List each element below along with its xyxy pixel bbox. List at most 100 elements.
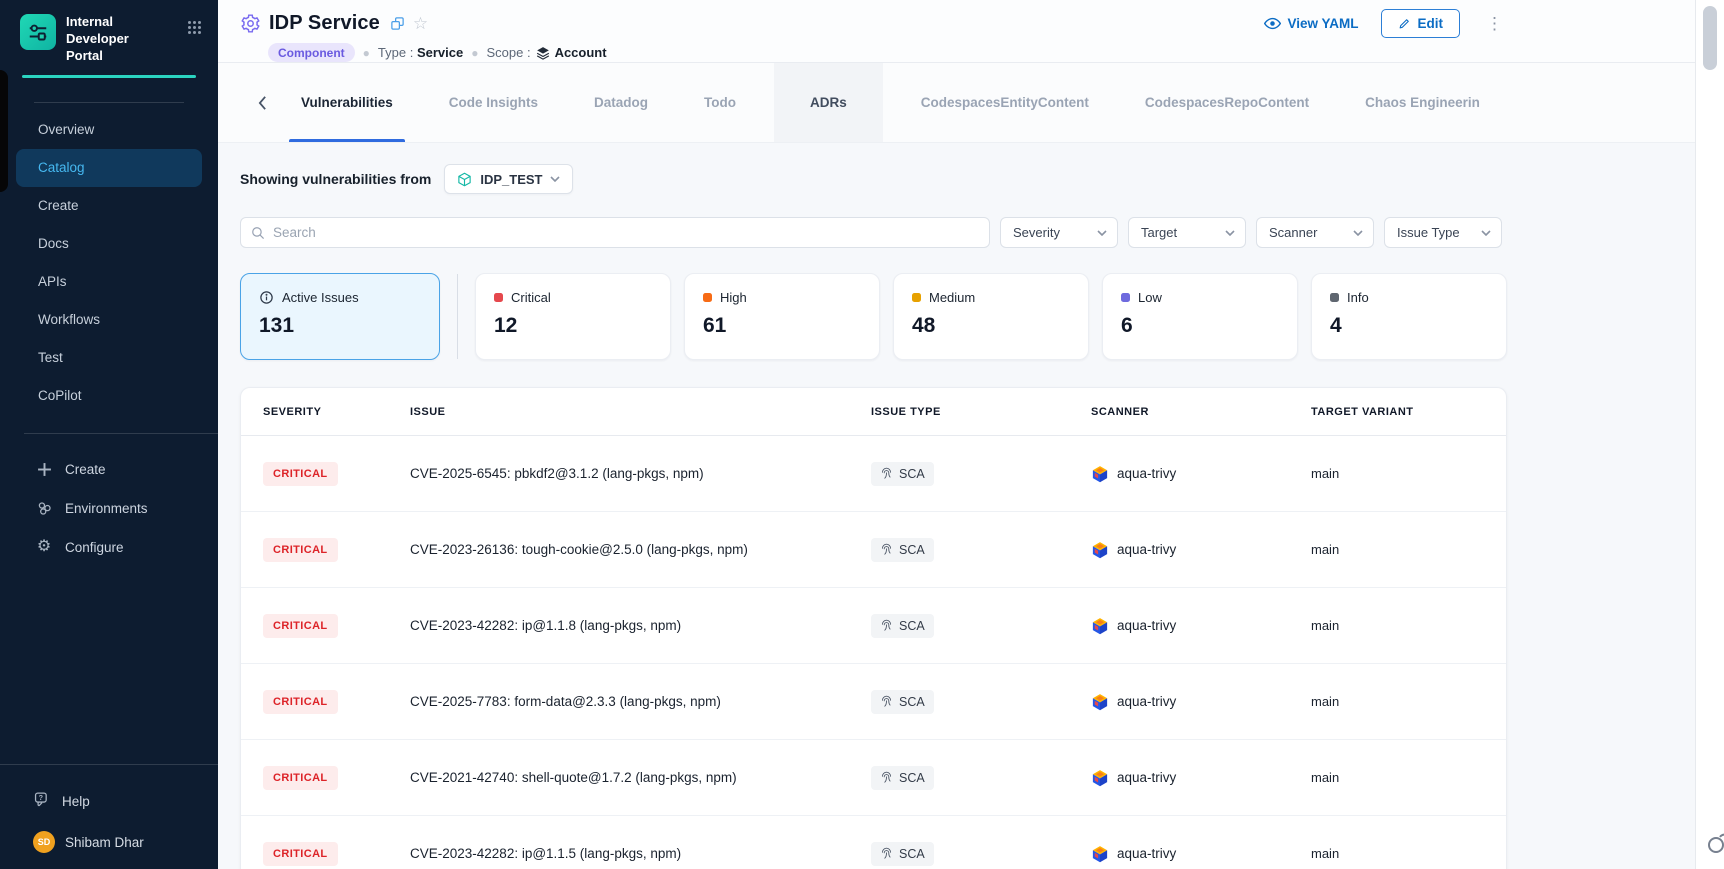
- fingerprint-icon: [880, 771, 893, 784]
- issue-info-icon: [259, 290, 274, 305]
- more-options-kebab-icon[interactable]: ⋮: [1482, 14, 1507, 34]
- sidebar-nav-label: Catalog: [38, 160, 85, 175]
- sidebar-nav-item[interactable]: Test: [16, 339, 202, 377]
- trivy-scanner-icon: [1091, 541, 1109, 559]
- sidebar-nav-item[interactable]: Docs: [16, 225, 202, 263]
- apps-grid-icon[interactable]: [187, 20, 202, 40]
- filter-select[interactable]: Scanner: [1256, 217, 1374, 248]
- sidebar-create-button[interactable]: Create: [0, 450, 218, 489]
- chevron-down-icon: [1353, 230, 1363, 236]
- search-input[interactable]: [273, 225, 979, 240]
- severity-card[interactable]: Critical 12: [475, 273, 671, 360]
- favorite-star-icon[interactable]: ☆: [413, 15, 428, 32]
- sidebar-environments-button[interactable]: Environments: [0, 489, 218, 528]
- scope-label: Scope :: [486, 45, 530, 60]
- edit-button[interactable]: Edit: [1381, 9, 1461, 38]
- plus-icon: [35, 462, 53, 477]
- target-variant: main: [1311, 846, 1506, 861]
- sidebar-divider: [34, 102, 184, 103]
- page-header: IDP Service ☆ View YAML: [218, 0, 1724, 63]
- severity-dot: [703, 293, 712, 302]
- filter-select[interactable]: Severity: [1000, 217, 1118, 248]
- scanner-cell: aqua-trivy: [1091, 465, 1311, 483]
- severity-badge: CRITICAL: [263, 842, 338, 866]
- tab[interactable]: Datadog: [582, 63, 660, 142]
- issue-text: CVE-2023-26136: tough-cookie@2.5.0 (lang…: [410, 542, 871, 557]
- pencil-icon: [1398, 17, 1411, 30]
- stat-label: Low: [1138, 290, 1162, 305]
- sidebar-nav-item[interactable]: Overview: [16, 111, 202, 149]
- issue-text: CVE-2021-42740: shell-quote@1.7.2 (lang-…: [410, 770, 871, 785]
- scanner-cell: aqua-trivy: [1091, 693, 1311, 711]
- table-row[interactable]: CRITICAL CVE-2023-42282: ip@1.1.5 (lang-…: [241, 816, 1506, 869]
- issue-type-chip: SCA: [871, 690, 934, 714]
- trivy-scanner-icon: [1091, 617, 1109, 635]
- table-row[interactable]: CRITICAL CVE-2021-42740: shell-quote@1.7…: [241, 740, 1506, 816]
- sidebar-nav-item[interactable]: APIs: [16, 263, 202, 301]
- issue-type-chip: SCA: [871, 766, 934, 790]
- help-button[interactable]: ? Help: [0, 765, 218, 811]
- project-name: IDP_TEST: [480, 172, 542, 187]
- sidebar-nav-item[interactable]: Workflows: [16, 301, 202, 339]
- scope-layers-icon: [536, 46, 550, 60]
- issue-type-chip: SCA: [871, 614, 934, 638]
- table-row[interactable]: CRITICAL CVE-2025-6545: pbkdf2@3.1.2 (la…: [241, 436, 1506, 512]
- view-yaml-button[interactable]: View YAML: [1264, 16, 1358, 31]
- project-select[interactable]: IDP_TEST: [444, 164, 573, 194]
- copy-icon[interactable]: [390, 16, 405, 31]
- filter-select[interactable]: Target: [1128, 217, 1246, 248]
- sidebar-nav-item[interactable]: CoPilot: [16, 377, 202, 415]
- table-header: Severity Issue Issue Type Scanner Target…: [241, 388, 1506, 436]
- tabs: Vulnerabilities Code Insights Datadog To…: [273, 63, 1508, 142]
- sidebar-configure-button[interactable]: ⚙ Configure: [0, 528, 218, 567]
- tab-bar: Vulnerabilities Code Insights Datadog To…: [218, 63, 1724, 143]
- sidebar-footer: ? Help SD Shibam Dhar: [0, 764, 218, 869]
- tab[interactable]: ADRs: [774, 63, 883, 142]
- sidebar-nav-item[interactable]: Create: [16, 187, 202, 225]
- tab[interactable]: CodespacesEntityContent: [909, 63, 1101, 142]
- eye-icon: [1264, 17, 1281, 30]
- stat-value: 131: [259, 314, 421, 338]
- chevron-down-icon: [550, 176, 560, 182]
- showing-row: Showing vulnerabilities from IDP_TEST: [240, 164, 1507, 194]
- column-header: Scanner: [1091, 406, 1311, 418]
- cube-icon: [457, 172, 472, 187]
- sidebar-nav-item[interactable]: Catalog: [16, 149, 202, 187]
- tabs-scroll-left-icon[interactable]: [252, 91, 273, 115]
- sidebar-nav-label: Test: [38, 350, 63, 365]
- fingerprint-icon: [880, 467, 893, 480]
- user-menu[interactable]: SD Shibam Dhar: [0, 811, 218, 869]
- stat-label: Critical: [511, 290, 551, 305]
- sidebar-divider: [24, 433, 218, 434]
- app-window: Internal Developer Portal Overview Catal…: [0, 0, 1724, 869]
- tab[interactable]: Code Insights: [437, 63, 550, 142]
- stat-value: 48: [912, 314, 1070, 338]
- active-issues-card[interactable]: Active Issues 131: [240, 273, 440, 360]
- portal-logo-icon[interactable]: [20, 14, 56, 50]
- severity-card[interactable]: Info 4: [1311, 273, 1507, 360]
- issue-type-chip: SCA: [871, 842, 934, 866]
- tab[interactable]: Todo: [692, 63, 748, 142]
- table-body: CRITICAL CVE-2025-6545: pbkdf2@3.1.2 (la…: [241, 436, 1506, 869]
- trivy-scanner-icon: [1091, 465, 1109, 483]
- severity-card[interactable]: Low 6: [1102, 273, 1298, 360]
- table-row[interactable]: CRITICAL CVE-2023-42282: ip@1.1.8 (lang-…: [241, 588, 1506, 664]
- table-row[interactable]: CRITICAL CVE-2023-26136: tough-cookie@2.…: [241, 512, 1506, 588]
- tab[interactable]: Vulnerabilities: [289, 63, 405, 142]
- severity-card[interactable]: Medium 48: [893, 273, 1089, 360]
- fingerprint-icon: [880, 847, 893, 860]
- issue-type-chip: SCA: [871, 462, 934, 486]
- target-variant: main: [1311, 770, 1506, 785]
- tab[interactable]: CodespacesRepoContent: [1133, 63, 1321, 142]
- filter-select[interactable]: Issue Type: [1384, 217, 1502, 248]
- type-label: Type :: [378, 45, 413, 60]
- table-row[interactable]: CRITICAL CVE-2025-7783: form-data@2.3.3 …: [241, 664, 1506, 740]
- help-chat-icon: ?: [33, 791, 50, 811]
- tab[interactable]: Chaos Engineerin: [1353, 63, 1492, 142]
- column-header: Issue: [410, 406, 871, 418]
- stat-value: 6: [1121, 314, 1279, 338]
- scrollbar-thumb[interactable]: [1703, 6, 1717, 70]
- help-widget-icon[interactable]: [1702, 828, 1724, 863]
- severity-card[interactable]: High 61: [684, 273, 880, 360]
- service-gear-icon: [240, 13, 261, 34]
